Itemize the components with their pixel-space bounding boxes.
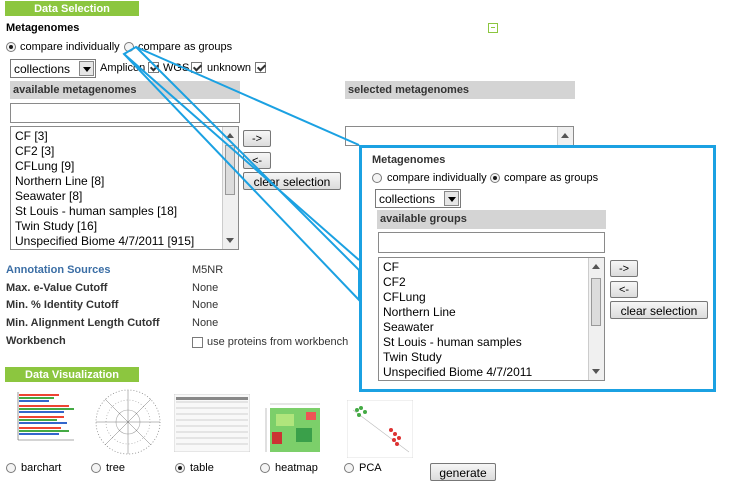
list-item[interactable]: CFLung [383,290,532,305]
list-item[interactable]: Northern Line [8] [15,174,194,189]
available-items: CF [3] CF2 [3] CFLung [9] Northern Line [8]… [15,129,194,249]
list-item[interactable]: Unspecified Biome 4/7/2011 [915] [15,234,194,249]
compare-individually-label: compare individually [20,41,120,53]
zoom-callout: Metagenomes compare individually compare… [359,145,716,392]
callout-remove-button[interactable]: <- [610,281,638,298]
scrollbar[interactable] [588,258,604,380]
compare-groups-label: compare as groups [138,41,233,53]
list-item[interactable]: St Louis - human samples [18] [15,204,194,219]
collections-select-value: collections [14,62,71,76]
collapse-icon[interactable] [488,23,498,33]
group-items: CF CF2 CFLung Northern Line Seawater St Louis… [383,260,532,380]
filter-unknown-checkbox[interactable] [255,62,266,73]
pca-thumbnail[interactable] [347,400,413,458]
list-item[interactable]: CF2 [3] [15,144,194,159]
add-button[interactable]: -> [243,130,271,147]
filter-wgs-checkbox[interactable] [191,62,202,73]
metagenomes-label: Metagenomes [6,22,80,34]
available-metagenomes-header: available metagenomes [10,81,240,99]
scroll-up-icon[interactable] [561,129,569,138]
identity-label: Min. % Identity Cutoff [6,299,119,311]
annotation-sources-value: M5NR [192,264,224,276]
callout-compare-individually-radio[interactable] [372,173,382,183]
scrollbar[interactable] [222,127,238,249]
data-selection-header: Data Selection [5,1,139,16]
callout-add-button[interactable]: -> [610,260,638,277]
scroll-down-icon[interactable] [226,238,234,247]
scroll-thumb[interactable] [225,145,235,195]
selected-metagenomes-list[interactable] [345,126,574,146]
list-item[interactable]: Unspecified Biome 4/7/2011 [383,365,532,380]
list-item[interactable]: Seawater [8] [15,189,194,204]
viz-pca-radio[interactable] [344,463,354,473]
list-item[interactable]: CF [3] [15,129,194,144]
alignment-value: None [192,317,219,329]
available-filter-input[interactable] [10,103,240,123]
identity-value: None [192,299,219,311]
chevron-down-icon [444,191,459,206]
list-item[interactable]: Northern Line [383,305,532,320]
scrollbar[interactable] [557,127,573,145]
filter-wgs-label: WGS [163,62,190,74]
callout-collections-select-value: collections [379,192,436,206]
list-item[interactable]: Twin Study [16] [15,219,194,234]
list-item[interactable]: CF [383,260,532,275]
viz-heatmap-radio[interactable] [260,463,270,473]
list-item[interactable]: Twin Study [383,350,532,365]
list-item[interactable]: CF2 [383,275,532,290]
evalue-label: Max. e-Value Cutoff [6,282,108,294]
viz-table-radio[interactable] [175,463,185,473]
evalue-value: None [192,282,219,294]
clear-selection-button[interactable]: clear selection [243,172,341,190]
data-visualization-header: Data Visualization [5,367,139,382]
workbench-checkbox-label: use proteins from workbench [207,336,349,348]
callout-filter-input[interactable] [378,232,605,253]
callout-collections-select[interactable]: collections [375,189,461,208]
workbench-label: Workbench [6,335,66,347]
viz-pca-label: PCA [359,462,382,474]
available-groups-list[interactable]: CF CF2 CFLung Northern Line Seawater St Louis… [378,257,605,381]
callout-clear-selection-button[interactable]: clear selection [610,301,708,319]
filter-unknown-label: unknown [207,62,252,74]
callout-compare-individually-label: compare individually [387,172,487,184]
list-item[interactable]: Seawater [383,320,532,335]
tree-thumbnail[interactable] [90,384,166,460]
viz-tree-radio[interactable] [91,463,101,473]
barchart-thumbnail[interactable] [6,390,76,452]
scroll-thumb[interactable] [591,278,601,326]
workbench-checkbox[interactable] [192,337,203,348]
viz-barchart-label: barchart [21,462,62,474]
list-item[interactable]: St Louis - human samples [383,335,532,350]
callout-compare-groups-radio[interactable] [490,173,500,183]
generate-button[interactable]: generate [430,463,496,481]
viz-barchart-radio[interactable] [6,463,16,473]
list-item[interactable]: CFLung [9] [15,159,194,174]
scroll-up-icon[interactable] [226,129,234,138]
alignment-label: Min. Alignment Length Cutoff [6,317,160,329]
annotation-sources-label[interactable]: Annotation Sources [6,264,111,276]
available-groups-header: available groups [377,210,606,229]
scroll-down-icon[interactable] [592,369,600,378]
heatmap-thumbnail[interactable] [262,400,326,458]
collections-select[interactable]: collections [10,59,96,78]
scroll-up-icon[interactable] [592,260,600,269]
viz-heatmap-label: heatmap [275,462,318,474]
chevron-down-icon [79,61,94,76]
compare-individually-radio[interactable] [6,42,16,52]
compare-groups-radio[interactable] [124,42,134,52]
viz-tree-label: tree [106,462,125,474]
selected-metagenomes-header: selected metagenomes [345,81,575,99]
table-thumbnail[interactable] [174,394,250,452]
callout-compare-groups-label: compare as groups [504,172,599,184]
filter-amplicon-checkbox[interactable] [148,62,159,73]
remove-button[interactable]: <- [243,152,271,169]
viz-table-label: table [190,462,214,474]
filter-amplicon-label: Amplicon [100,62,146,74]
available-metagenomes-list[interactable]: CF [3] CF2 [3] CFLung [9] Northern Line [8]… [10,126,239,250]
callout-metagenomes-label: Metagenomes [372,154,446,166]
